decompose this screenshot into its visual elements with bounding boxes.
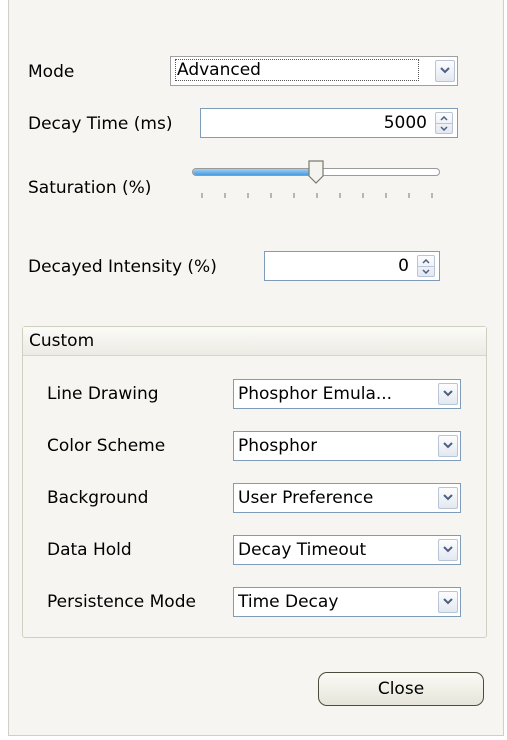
line-drawing-value: Phosphor Emula... <box>238 384 393 404</box>
decay-time-spinner <box>435 112 453 134</box>
custom-group-header: Custom <box>23 327 486 356</box>
custom-group: Custom Line Drawing Phosphor Emula... Co… <box>22 326 487 638</box>
decay-time-spinbox[interactable]: 5000 <box>200 108 458 138</box>
mode-label: Mode <box>28 62 75 82</box>
persistence-mode-value: Time Decay <box>238 592 339 612</box>
custom-group-title: Custom <box>29 331 95 351</box>
arrow-up-icon <box>422 259 430 264</box>
chevron-down-icon[interactable] <box>438 435 458 457</box>
line-drawing-label: Line Drawing <box>47 384 159 404</box>
background-dropdown[interactable]: User Preference <box>233 483 461 513</box>
color-scheme-dropdown[interactable]: Phosphor <box>233 431 461 461</box>
chevron-down-icon[interactable] <box>438 539 458 561</box>
decayed-intensity-spinner <box>417 255 435 277</box>
chevron-down-icon[interactable] <box>438 383 458 405</box>
chevron-down-icon[interactable] <box>438 591 458 613</box>
data-hold-value: Decay Timeout <box>238 540 367 560</box>
line-drawing-dropdown[interactable]: Phosphor Emula... <box>233 379 461 409</box>
arrow-down-icon <box>422 269 430 274</box>
data-hold-label: Data Hold <box>47 540 132 560</box>
saturation-slider-fill <box>193 169 317 175</box>
arrow-up-icon <box>440 116 448 121</box>
decayed-intensity-decrement-button[interactable] <box>418 266 434 276</box>
decay-time-decrement-button[interactable] <box>436 123 452 133</box>
color-scheme-value: Phosphor <box>238 436 318 456</box>
persistence-mode-label: Persistence Mode <box>47 592 196 612</box>
chevron-down-icon[interactable] <box>438 487 458 509</box>
chevron-down-icon[interactable] <box>435 60 455 82</box>
decay-time-value: 5000 <box>383 113 427 133</box>
decayed-intensity-label: Decayed Intensity (%) <box>28 257 217 277</box>
mode-dropdown[interactable]: Advanced <box>170 56 458 86</box>
saturation-label: Saturation (%) <box>28 178 152 198</box>
color-scheme-label: Color Scheme <box>47 436 166 456</box>
background-label: Background <box>47 488 149 508</box>
saturation-slider-thumb[interactable] <box>308 160 324 184</box>
persistence-mode-dropdown[interactable]: Time Decay <box>233 587 461 617</box>
background-value: User Preference <box>238 488 374 508</box>
decay-time-label: Decay Time (ms) <box>28 114 173 134</box>
arrow-down-icon <box>440 126 448 131</box>
close-button[interactable]: Close <box>318 672 484 706</box>
mode-value: Advanced <box>175 59 419 81</box>
decayed-intensity-spinbox[interactable]: 0 <box>264 251 440 281</box>
saturation-slider-ticks <box>201 193 433 198</box>
data-hold-dropdown[interactable]: Decay Timeout <box>233 535 461 565</box>
decayed-intensity-value: 0 <box>398 256 409 276</box>
